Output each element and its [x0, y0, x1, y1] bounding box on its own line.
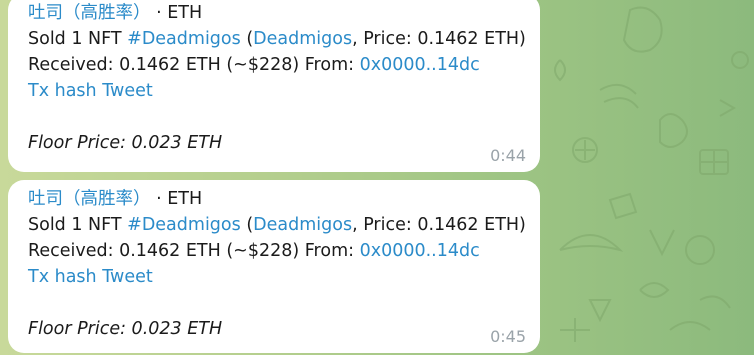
message-timestamp: 0:45 — [490, 327, 526, 346]
links-line: Tx hash Tweet — [28, 264, 540, 290]
sale-line: Sold 1 NFT #Deadmigos (Deadmigos, Price:… — [28, 26, 540, 52]
received-text: Received: 0.1462 ETH (~$228) From: — [28, 55, 360, 75]
author-name-link[interactable]: 吐司（高胜率） — [28, 3, 151, 23]
collection-link[interactable]: Deadmigos — [253, 215, 352, 235]
chain-label: · ETH — [156, 189, 203, 209]
message-bubble: 吐司（高胜率） · ETH Sold 1 NFT #Deadmigos (Dea… — [8, 0, 540, 172]
links-line: Tx hash Tweet — [28, 78, 540, 104]
sold-text: Sold 1 NFT — [28, 215, 128, 235]
price-text: , Price: 0.1462 ETH) — [352, 29, 526, 49]
sale-line: Sold 1 NFT #Deadmigos (Deadmigos, Price:… — [28, 212, 540, 238]
from-address-link[interactable]: 0x0000..14dc — [360, 55, 480, 75]
tweet-link[interactable]: Tweet — [102, 81, 153, 101]
received-text: Received: 0.1462 ETH (~$228) From: — [28, 241, 360, 261]
tx-hash-link[interactable]: Tx hash — [28, 267, 97, 287]
floor-price-text: Floor Price: 0.023 ETH — [28, 319, 223, 339]
hashtag-link[interactable]: #Deadmigos — [127, 215, 241, 235]
message-timestamp: 0:44 — [490, 146, 526, 165]
tweet-link[interactable]: Tweet — [102, 267, 153, 287]
paren-text: ( — [240, 29, 254, 49]
received-line: Received: 0.1462 ETH (~$228) From: 0x000… — [28, 238, 540, 264]
message-header: 吐司（高胜率） · ETH — [28, 186, 540, 212]
author-name-link[interactable]: 吐司（高胜率） — [28, 189, 151, 209]
from-address-link[interactable]: 0x0000..14dc — [360, 241, 480, 261]
message-bubble: 吐司（高胜率） · ETH Sold 1 NFT #Deadmigos (Dea… — [8, 180, 540, 353]
received-line: Received: 0.1462 ETH (~$228) From: 0x000… — [28, 52, 540, 78]
collection-link[interactable]: Deadmigos — [253, 29, 352, 49]
tx-hash-link[interactable]: Tx hash — [28, 81, 97, 101]
sold-text: Sold 1 NFT — [28, 29, 128, 49]
chain-label: · ETH — [156, 3, 203, 23]
floor-price-text: Floor Price: 0.023 ETH — [28, 133, 223, 153]
price-text: , Price: 0.1462 ETH) — [352, 215, 526, 235]
message-header: 吐司（高胜率） · ETH — [28, 0, 540, 26]
paren-text: ( — [240, 215, 254, 235]
hashtag-link[interactable]: #Deadmigos — [127, 29, 241, 49]
